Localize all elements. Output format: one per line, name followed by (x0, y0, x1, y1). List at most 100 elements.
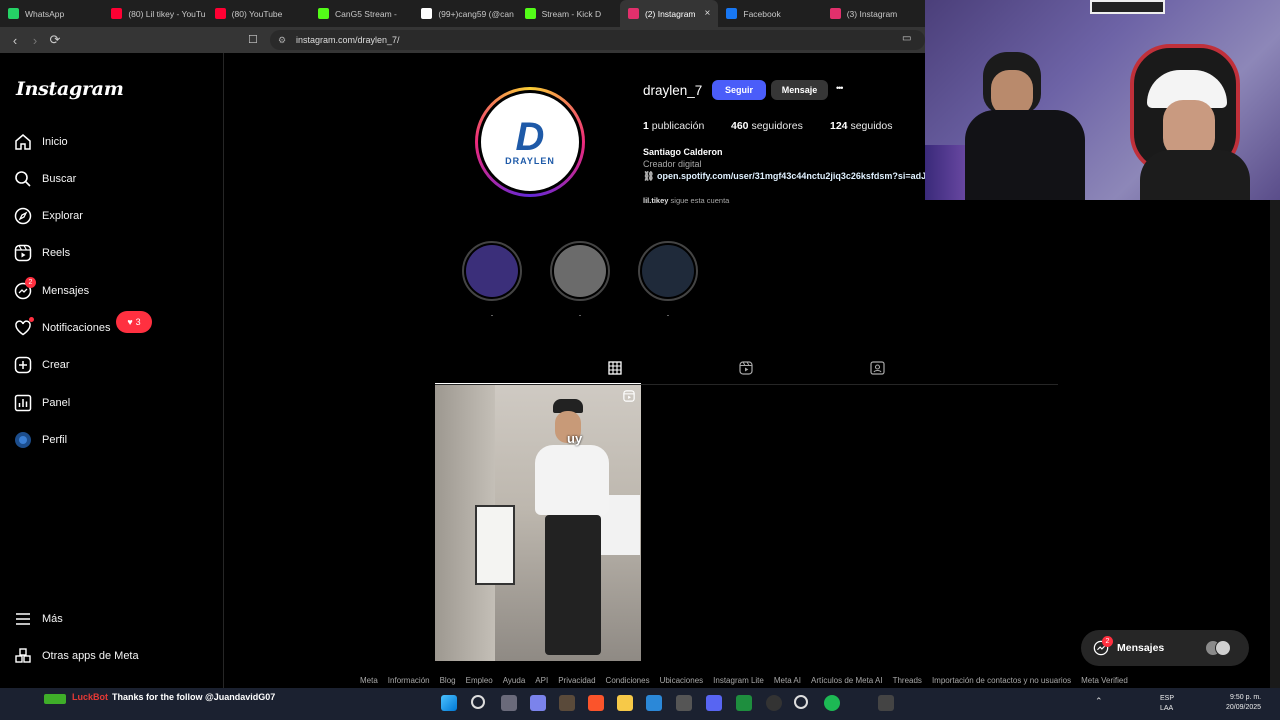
story-highlight[interactable] (550, 241, 610, 301)
sidebar-item-label: Panel (42, 397, 71, 409)
sidebar-item-perfil[interactable]: Perfil (14, 428, 67, 452)
post-person-shirt (535, 445, 609, 515)
followers-stat[interactable]: 460 seguidores (731, 120, 803, 132)
footer-link[interactable]: Privacidad (558, 676, 595, 688)
footer-link[interactable]: Meta (360, 676, 378, 688)
back-icon[interactable]: ‹ (5, 33, 25, 48)
file-explorer-icon[interactable] (617, 695, 633, 711)
tab-title: Facebook (743, 8, 781, 19)
followed-by-text: sigue esta cuenta (670, 196, 730, 205)
sidebar-item-explorar[interactable]: Explorar (14, 204, 83, 228)
browser-tab[interactable]: (2) Instagram × (619, 0, 719, 27)
story-highlight[interactable] (462, 241, 522, 301)
browser-tab[interactable]: (80) YouTube (207, 0, 310, 27)
browser-tab[interactable]: (80) Lil tikey - YouTu (103, 0, 206, 27)
cast-icon[interactable]: ▭ (902, 33, 911, 44)
teams-icon[interactable] (530, 695, 546, 711)
taskbar-search-icon[interactable] (471, 695, 485, 709)
reload-icon[interactable]: ⟳ (45, 32, 65, 48)
followed-by[interactable]: lil.tikey sigue esta cuenta (643, 196, 729, 205)
instagram-logo[interactable]: Instagram (16, 78, 124, 100)
meta-apps[interactable]: Otras apps de Meta (14, 644, 139, 668)
tab-title: Stream - Kick D (541, 8, 602, 19)
footer-link[interactable]: Meta Verified (1081, 676, 1128, 688)
footer-link[interactable]: Importación de contactos y no usuarios (932, 676, 1071, 688)
profile-username: draylen_7 (643, 83, 703, 98)
following-label: seguidos (850, 120, 893, 132)
bookmark-icon[interactable]: ☐ (248, 33, 258, 46)
reels-tab-icon[interactable] (739, 361, 753, 375)
messages-float-label: Mensajes (1117, 642, 1165, 654)
app-icon-4[interactable] (794, 695, 808, 709)
forward-icon[interactable]: › (25, 33, 45, 48)
address-bar[interactable]: ⚙ instagram.com/draylen_7/ (270, 30, 925, 50)
profile-link[interactable]: ⛓ open.spotify.com/user/31mgf43c44nctu2j… (643, 171, 925, 182)
footer-link[interactable]: Ayuda (503, 676, 526, 688)
sidebar-item-label: Reels (42, 247, 71, 259)
discord-icon[interactable] (706, 695, 722, 711)
grid-icon[interactable] (608, 361, 622, 375)
app-icon-2[interactable] (676, 695, 692, 711)
sidebar-item-inicio[interactable]: Inicio (14, 130, 68, 154)
messages-float-badge: 2 (1102, 636, 1113, 647)
profile-avatar[interactable]: D DRAYLEN (475, 87, 585, 197)
tray-date[interactable]: 20/09/2025 (1226, 704, 1261, 711)
notifications-popup[interactable]: ♥ 3 (116, 311, 152, 333)
sidebar-item-buscar[interactable]: Buscar (14, 167, 76, 191)
sidebar-item-reels[interactable]: Reels (14, 241, 70, 265)
app-icon-1[interactable] (559, 695, 575, 711)
task-view-icon[interactable] (501, 695, 517, 711)
browser-tab[interactable]: (99+)cang59 (@can (413, 0, 516, 27)
browser-tab[interactable]: WhatsApp (0, 0, 103, 27)
footer-link[interactable]: Empleo (466, 676, 493, 688)
footer-link[interactable]: Meta AI (774, 676, 801, 688)
browser-tab[interactable]: CanG5 Stream - (310, 0, 413, 27)
tray-lang[interactable]: ESP (1160, 695, 1174, 702)
footer-link[interactable]: Blog (440, 676, 456, 688)
post-thumbnail[interactable]: uy (435, 385, 641, 661)
tray-time[interactable]: 9:50 p. m. (1230, 694, 1261, 701)
sidebar-item-notificaciones[interactable]: Notificaciones (14, 316, 110, 340)
footer-link[interactable]: Artículos de Meta AI (811, 676, 883, 688)
more-menu[interactable]: Más (14, 607, 63, 631)
footer-link[interactable]: Condiciones (606, 676, 650, 688)
tray-chevron-icon[interactable]: ⌃ (1095, 696, 1103, 707)
app-icon-5[interactable] (878, 695, 894, 711)
sidebar-item-panel[interactable]: Panel (14, 391, 70, 415)
browser-tab[interactable]: Stream - Kick D (517, 0, 620, 27)
tab-close-icon[interactable]: × (705, 8, 711, 19)
site-info-icon[interactable]: ⚙ (278, 30, 286, 50)
footer-link[interactable]: API (535, 676, 548, 688)
stream-overlay-user: LuckBot (72, 692, 108, 702)
store-icon[interactable] (646, 695, 662, 711)
messages-float-button[interactable]: 2 Mensajes (1081, 630, 1249, 666)
obs-icon[interactable] (766, 695, 782, 711)
story-highlight[interactable] (638, 241, 698, 301)
browser-tab[interactable]: Facebook (718, 0, 821, 27)
spotify-icon[interactable] (824, 695, 840, 711)
meta-apps-label: Otras apps de Meta (42, 650, 139, 662)
follow-button[interactable]: Seguir (712, 80, 766, 100)
footer-link[interactable]: Threads (893, 676, 922, 688)
footer-link[interactable]: Ubicaciones (660, 676, 704, 688)
brave-icon[interactable] (588, 695, 604, 711)
posts-stat: 1 publicación (643, 120, 704, 132)
message-button[interactable]: Mensaje (771, 80, 828, 100)
app-icon-3[interactable] (736, 695, 752, 711)
sidebar-item-crear[interactable]: Crear (14, 353, 70, 377)
sidebar-item-label: Perfil (42, 434, 68, 446)
sidebar-item-mensajes[interactable]: Mensajes 2 (14, 277, 89, 303)
browser-tab[interactable]: (3) Instagram (822, 0, 925, 27)
tray-layout[interactable]: LAA (1160, 705, 1173, 712)
home-icon (15, 134, 31, 150)
tab-favicon-icon (524, 8, 536, 19)
tagged-icon[interactable] (870, 361, 885, 375)
options-icon[interactable]: ••• (836, 83, 844, 93)
following-stat[interactable]: 124 seguidos (830, 120, 892, 132)
webcam-wall-frame (1090, 0, 1165, 14)
footer-link[interactable]: Información (388, 676, 430, 688)
windows-start-icon[interactable] (441, 695, 457, 711)
page-scrollbar[interactable] (1270, 200, 1280, 688)
apps-grid-icon (15, 648, 31, 663)
footer-link[interactable]: Instagram Lite (713, 676, 764, 688)
